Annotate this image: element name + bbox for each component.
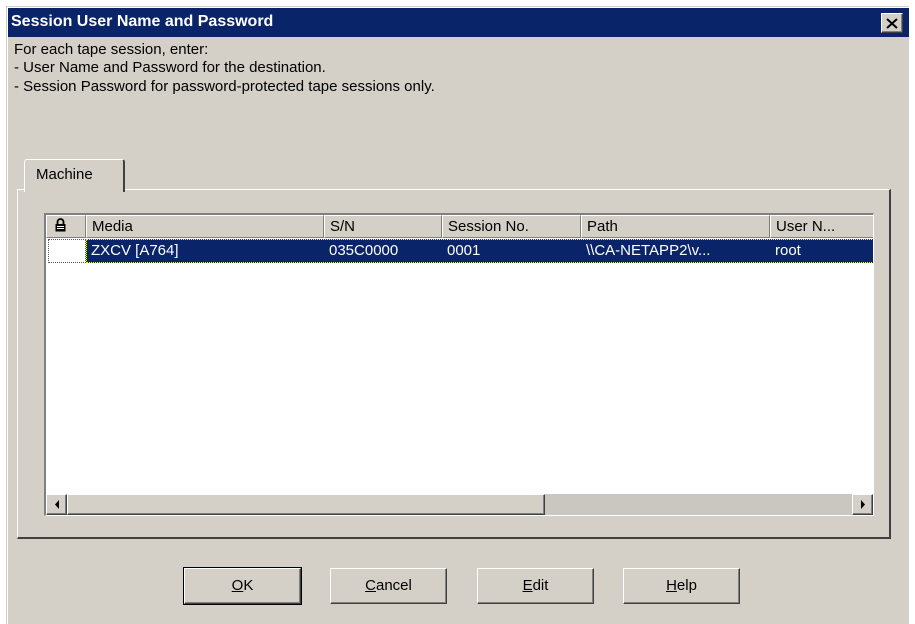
scroll-right-button[interactable] xyxy=(852,494,873,515)
instruction-line-1: For each tape session, enter: xyxy=(14,41,209,58)
table-row[interactable]: ZXCV [A764] 035C0000 0001 \\CA-NETAPP2\v… xyxy=(86,239,873,263)
cell-user: root xyxy=(775,242,801,259)
edit-label: dit xyxy=(532,577,549,594)
ok-label: K xyxy=(243,577,254,594)
cancel-mnemonic: C xyxy=(365,577,376,594)
help-button[interactable]: Help xyxy=(623,568,740,604)
edit-button[interactable]: Edit xyxy=(477,568,594,604)
cell-path: \\CA-NETAPP2\v... xyxy=(586,242,711,259)
title-bar[interactable]: Session User Name and Password xyxy=(8,8,909,37)
ok-mnemonic: O xyxy=(231,577,244,594)
column-header-media[interactable]: Media xyxy=(86,215,324,238)
cell-sn: 035C0000 xyxy=(329,242,399,259)
ok-button[interactable]: OK xyxy=(183,567,302,605)
arrow-right-icon xyxy=(860,500,865,509)
tab-machine[interactable]: Machine xyxy=(24,159,125,192)
help-label: elp xyxy=(676,577,697,594)
arrow-left-icon xyxy=(54,500,59,509)
horizontal-scrollbar[interactable] xyxy=(46,494,873,515)
scroll-thumb[interactable] xyxy=(67,494,545,515)
row-lock-cell[interactable] xyxy=(48,239,86,263)
scroll-track[interactable] xyxy=(545,494,852,515)
tab-label: Machine xyxy=(36,166,93,183)
column-header-session-no[interactable]: Session No. xyxy=(442,215,581,238)
column-header-user[interactable]: User N... xyxy=(770,215,873,238)
cell-media: ZXCV [A764] xyxy=(91,242,179,259)
cell-session-no: 0001 xyxy=(447,242,481,259)
instruction-line-3: - Session Password for password-protecte… xyxy=(14,78,435,95)
close-icon xyxy=(886,17,898,29)
edit-mnemonic: E xyxy=(522,577,533,594)
lock-icon xyxy=(55,218,66,232)
column-header-path[interactable]: Path xyxy=(581,215,770,238)
session-list[interactable]: Media S/N Session No. Path User N... ZXC… xyxy=(44,213,874,516)
window-title: Session User Name and Password xyxy=(11,13,274,30)
scroll-left-button[interactable] xyxy=(46,494,67,515)
column-header-sn[interactable]: S/N xyxy=(324,215,442,238)
column-header-lock[interactable] xyxy=(46,215,86,238)
list-header: Media S/N Session No. Path User N... xyxy=(46,215,873,238)
help-mnemonic: H xyxy=(666,577,677,594)
instruction-line-2: - User Name and Password for the destina… xyxy=(14,59,326,76)
cancel-button[interactable]: Cancel xyxy=(330,568,447,604)
close-button[interactable] xyxy=(881,13,903,33)
cancel-label: ancel xyxy=(375,577,412,594)
